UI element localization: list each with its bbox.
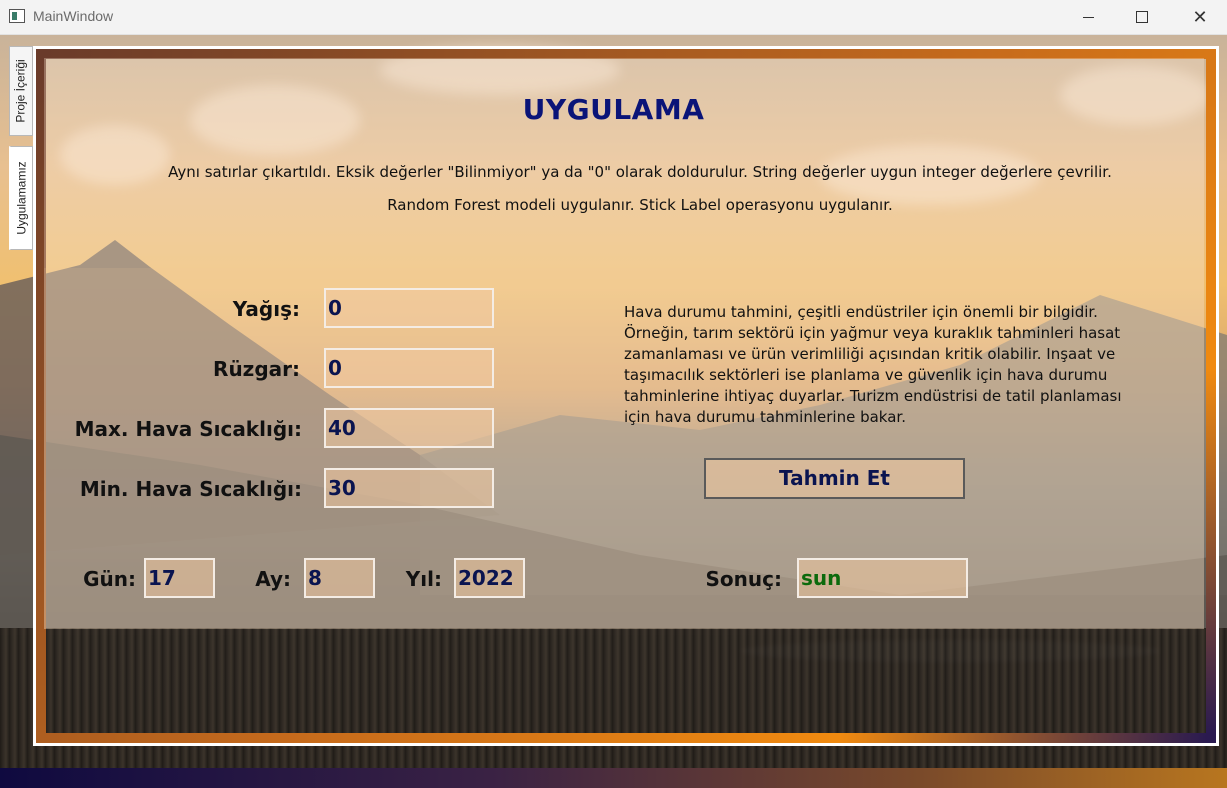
minimize-button[interactable] (1065, 0, 1111, 34)
gun-input[interactable]: 17 (144, 558, 215, 598)
info-text: Hava durumu tahmini, çeşitli endüstriler… (624, 303, 1122, 426)
ruzgar-label: Rüzgar: (213, 357, 300, 381)
min-temp-label: Min. Hava Sıcaklığı: (79, 477, 302, 501)
sonuc-output: sun (797, 558, 968, 598)
max-temp-label: Max. Hava Sıcaklığı: (74, 417, 302, 441)
description-line-1: Aynı satırlar çıkartıldı. Eksik değerler… (168, 163, 1112, 181)
gun-label: Gün: (83, 567, 136, 591)
min-temp-input[interactable]: 30 (324, 468, 494, 508)
description-line-2: Random Forest modeli uygulanır. Stick La… (387, 196, 893, 214)
close-button[interactable]: ✕ (1177, 0, 1223, 34)
yagis-label: Yağış: (232, 297, 300, 321)
yil-input[interactable]: 2022 (454, 558, 525, 598)
yil-label: Yıl: (405, 567, 442, 591)
ay-input[interactable]: 8 (304, 558, 375, 598)
app-window-icon (9, 9, 25, 23)
maximize-button[interactable] (1119, 0, 1165, 34)
maximize-icon (1136, 11, 1148, 23)
title-bar: MainWindow ✕ (0, 0, 1227, 35)
yagis-input[interactable]: 0 (324, 288, 494, 328)
sonuc-label: Sonuç: (705, 567, 782, 591)
page-title: UYGULAMA (522, 93, 705, 126)
max-temp-input[interactable]: 40 (324, 408, 494, 448)
ay-label: Ay: (255, 567, 291, 591)
tahmin-et-button[interactable]: Tahmin Et (704, 458, 965, 499)
close-icon: ✕ (1192, 6, 1208, 28)
minimize-icon (1082, 16, 1094, 18)
taskbar-strip (0, 768, 1227, 788)
ruzgar-input[interactable]: 0 (324, 348, 494, 388)
window-title: MainWindow (33, 8, 114, 24)
